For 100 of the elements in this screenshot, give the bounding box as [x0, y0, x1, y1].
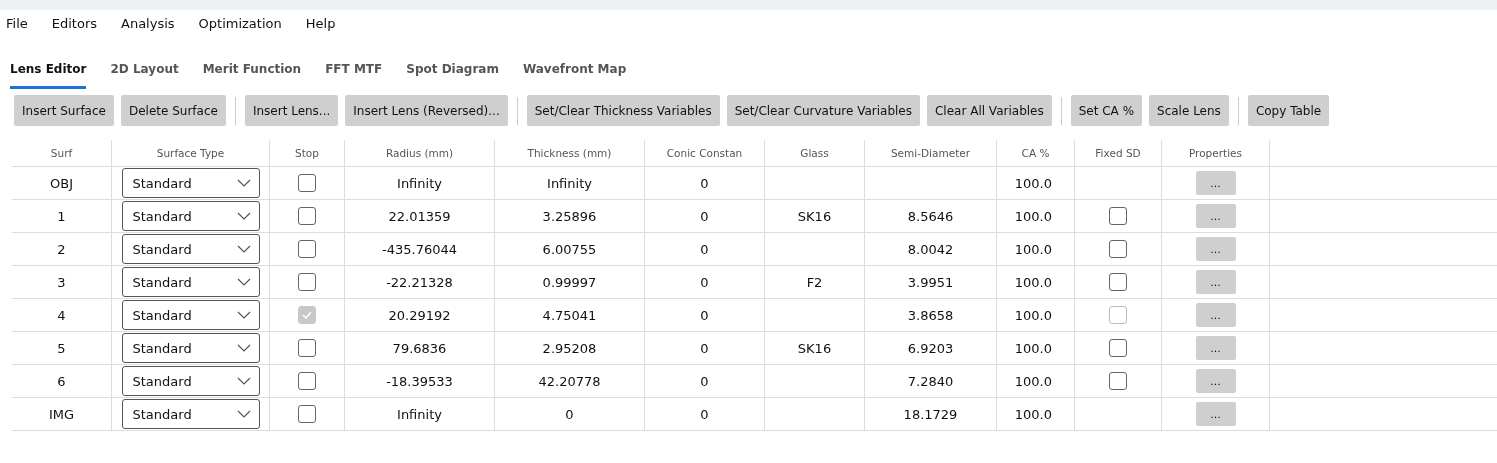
menu-item[interactable]: Analysis	[121, 16, 175, 42]
chevron-down-icon	[236, 179, 251, 187]
column-header: Semi-Diameter	[890, 147, 971, 159]
stop-checkbox[interactable]	[298, 339, 316, 357]
column-header: Fixed SD	[1095, 147, 1141, 159]
properties-button[interactable]: ...	[1195, 369, 1236, 393]
radius-cell: -22.21328	[386, 274, 453, 290]
glass-cell: SK16	[797, 340, 832, 356]
radius-cell: 20.29192	[388, 307, 451, 323]
menu-item[interactable]: Optimization	[198, 16, 282, 42]
chevron-down-icon	[236, 245, 251, 253]
chevron-down-icon	[236, 377, 251, 385]
thickness-cell: 3.25896	[542, 208, 597, 224]
thickness-cell: 42.20778	[538, 373, 601, 389]
stop-checkbox[interactable]	[298, 207, 316, 225]
tab[interactable]: Spot Diagram	[406, 62, 499, 89]
semi-diameter-cell: 7.2840	[907, 373, 954, 389]
surf-cell: 6	[57, 373, 66, 389]
radius-cell: 79.6836	[392, 340, 447, 356]
menu-item[interactable]: Editors	[51, 16, 97, 42]
surface-type-dropdown[interactable]: Standard	[121, 267, 260, 297]
glass-cell: SK16	[797, 208, 832, 224]
stop-checkbox[interactable]	[298, 174, 316, 192]
column-header: CA %	[1021, 147, 1050, 159]
radius-cell: Infinity	[397, 175, 442, 191]
toolbar-button[interactable]: Scale Lens	[1149, 95, 1229, 126]
semi-diameter-cell: 8.0042	[907, 241, 954, 257]
stop-checkbox[interactable]	[298, 372, 316, 390]
toolbar-button[interactable]: Insert Lens...	[244, 95, 339, 126]
menu-item[interactable]: Help	[305, 16, 336, 42]
properties-button[interactable]: ...	[1195, 204, 1236, 228]
properties-button[interactable]: ...	[1195, 303, 1236, 327]
toolbar-button[interactable]: Copy Table	[1247, 95, 1330, 126]
column-header: Surface Type	[156, 147, 225, 159]
ca-cell: 100.0	[1014, 373, 1052, 389]
properties-button[interactable]: ...	[1195, 336, 1236, 360]
toolbar-button[interactable]: Set/Clear Curvature Variables	[726, 95, 920, 126]
semi-diameter-cell: 3.8658	[907, 307, 954, 323]
properties-button[interactable]: ...	[1195, 270, 1236, 294]
properties-button[interactable]: ...	[1195, 237, 1236, 261]
tab[interactable]: Lens Editor	[10, 62, 87, 89]
fixed-sd-checkbox[interactable]	[1109, 240, 1127, 258]
column-header: Conic Constan	[666, 147, 743, 159]
thickness-cell: 6.00755	[542, 241, 597, 257]
fixed-sd-checkbox[interactable]	[1109, 273, 1127, 291]
stop-checkbox[interactable]	[298, 273, 316, 291]
stop-checkbox[interactable]	[298, 240, 316, 258]
surface-type-dropdown[interactable]: Standard	[121, 366, 260, 396]
toolbar-button[interactable]: Set/Clear Thickness Variables	[526, 95, 720, 126]
properties-button[interactable]: ...	[1195, 171, 1236, 195]
properties-button[interactable]: ...	[1195, 402, 1236, 426]
radius-cell: Infinity	[397, 406, 442, 422]
surface-type-dropdown[interactable]: Standard	[121, 300, 260, 330]
stop-checkbox[interactable]	[298, 405, 316, 423]
fixed-sd-checkbox[interactable]	[1109, 372, 1127, 390]
thickness-cell: Infinity	[547, 175, 592, 191]
conic-cell: 0	[700, 373, 709, 389]
column-header: Radius (mm)	[385, 147, 454, 159]
surface-type-dropdown[interactable]: Standard	[121, 333, 260, 363]
chevron-down-icon	[236, 410, 251, 418]
toolbar-button[interactable]: Delete Surface	[120, 95, 226, 126]
semi-diameter-cell: 18.1729	[903, 406, 958, 422]
tab[interactable]: Wavefront Map	[522, 62, 627, 89]
radius-cell: 22.01359	[388, 208, 451, 224]
surf-cell: 2	[57, 241, 66, 257]
conic-cell: 0	[700, 340, 709, 356]
tab[interactable]: FFT MTF	[325, 62, 383, 89]
chevron-down-icon	[236, 278, 251, 286]
thickness-cell: 0.99997	[542, 274, 597, 290]
column-header: Surf	[50, 147, 73, 159]
conic-cell: 0	[700, 241, 709, 257]
surf-cell: IMG	[48, 406, 75, 422]
surface-type-dropdown[interactable]: Standard	[121, 399, 260, 429]
conic-cell: 0	[700, 406, 709, 422]
tab[interactable]: Merit Function	[202, 62, 302, 89]
column-header: Properties	[1188, 147, 1243, 159]
thickness-cell: 0	[565, 406, 574, 422]
menu-item[interactable]: File	[6, 16, 28, 42]
surface-type-dropdown[interactable]: Standard	[121, 234, 260, 264]
semi-diameter-cell: 8.5646	[907, 208, 954, 224]
column-header: Stop	[295, 147, 319, 159]
chevron-down-icon	[236, 311, 251, 319]
toolbar-button[interactable]: Insert Surface	[14, 95, 114, 126]
surf-cell: 4	[57, 307, 66, 323]
conic-cell: 0	[700, 208, 709, 224]
chevron-down-icon	[236, 212, 251, 220]
ca-cell: 100.0	[1014, 340, 1052, 356]
toolbar-button[interactable]: Set CA %	[1070, 95, 1143, 126]
tab[interactable]: 2D Layout	[110, 62, 179, 89]
fixed-sd-checkbox[interactable]	[1109, 339, 1127, 357]
toolbar-button[interactable]: Clear All Variables	[927, 95, 1052, 126]
thickness-cell: 2.95208	[542, 340, 597, 356]
glass-cell: F2	[806, 274, 823, 290]
surface-type-dropdown[interactable]: Standard	[121, 168, 260, 198]
surface-type-dropdown[interactable]: Standard	[121, 201, 260, 231]
surf-cell: 5	[57, 340, 66, 356]
fixed-sd-checkbox[interactable]	[1109, 207, 1127, 225]
radius-cell: -435.76044	[382, 241, 457, 257]
toolbar-button[interactable]: Insert Lens (Reversed)...	[345, 95, 508, 126]
surf-cell: 3	[57, 274, 66, 290]
